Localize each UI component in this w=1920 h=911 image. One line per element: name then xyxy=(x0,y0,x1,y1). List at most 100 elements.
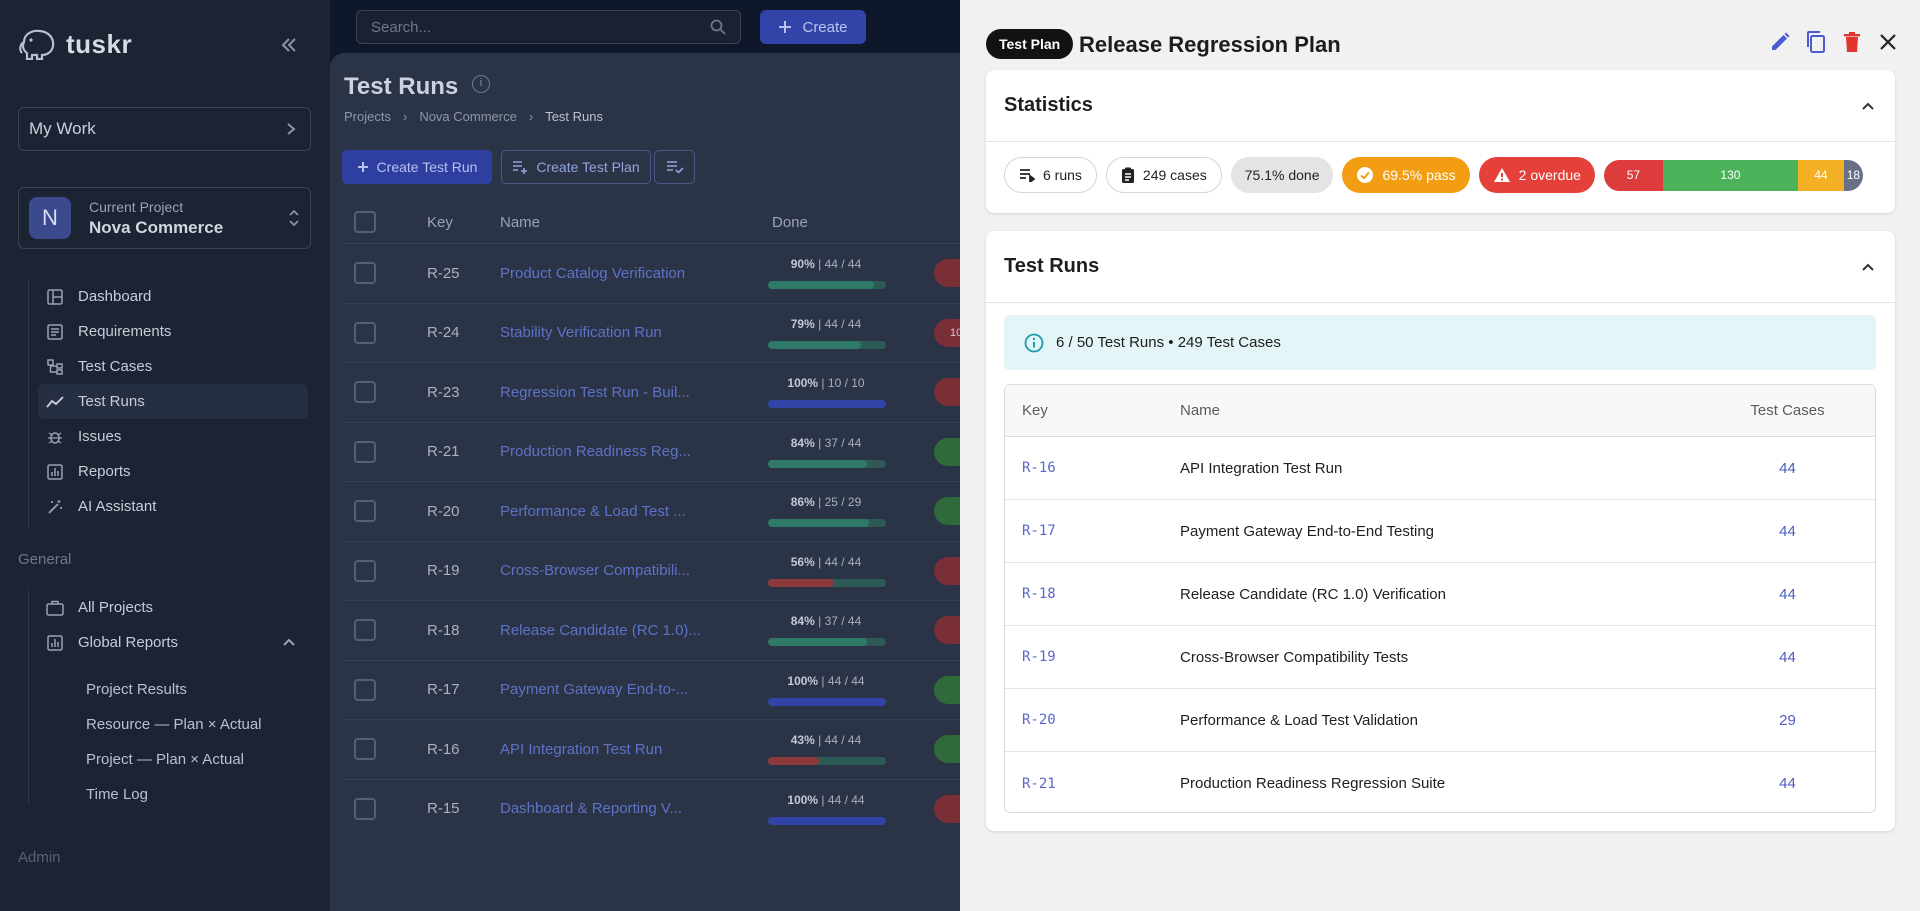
distribution-segment: 130 xyxy=(1662,159,1798,191)
collapse-sidebar-button[interactable] xyxy=(280,34,298,60)
breadcrumb-separator-icon: › xyxy=(528,109,534,124)
delete-button[interactable] xyxy=(1840,30,1864,54)
copy-icon xyxy=(1807,31,1825,53)
cases-chip: 249 cases xyxy=(1105,157,1222,193)
sidebar-item-reports[interactable]: Reports xyxy=(38,454,308,489)
project-nav: Dashboard Requirements Test Cases Test R… xyxy=(38,279,308,524)
table-row[interactable]: R-16 API Integration Test Run 44 xyxy=(1005,437,1875,500)
row-checkbox[interactable] xyxy=(354,678,376,701)
duplicate-button[interactable] xyxy=(1804,30,1828,54)
table-row[interactable]: R-19 Cross-Browser Compatibility Tests 44 xyxy=(1005,626,1875,689)
run-key-link[interactable]: R-21 xyxy=(1005,776,1180,792)
column-test-cases[interactable]: Test Cases xyxy=(1700,402,1875,419)
run-test-cases-count: 44 xyxy=(1779,648,1796,666)
run-name-link[interactable]: API Integration Test Run xyxy=(500,741,662,758)
test-runs-info-banner: 6 / 50 Test Runs • 249 Test Cases xyxy=(1004,315,1876,370)
run-key-link[interactable]: R-17 xyxy=(1005,523,1180,539)
select-all-checkbox[interactable] xyxy=(354,211,376,233)
sidebar-item-test-cases[interactable]: Test Cases xyxy=(38,349,308,384)
help-icon[interactable]: i xyxy=(472,75,490,93)
run-progress-text: 100% | 44 / 44 xyxy=(787,673,865,688)
row-checkbox[interactable] xyxy=(354,797,376,820)
create-button[interactable]: Create xyxy=(760,10,866,44)
sidebar-item-ai-assistant[interactable]: AI Assistant xyxy=(38,489,308,524)
sidebar-item-issues[interactable]: Issues xyxy=(38,419,308,454)
project-label: Current Project xyxy=(89,198,184,215)
status-distribution-bar: 57 130 44 18 xyxy=(1603,159,1863,191)
run-name-link[interactable]: Release Candidate (RC 1.0)... xyxy=(500,622,701,639)
run-name-link[interactable]: Performance & Load Test ... xyxy=(500,503,686,520)
row-checkbox[interactable] xyxy=(354,559,376,582)
row-checkbox[interactable] xyxy=(354,262,376,284)
info-icon xyxy=(1024,333,1044,352)
subnav-time-log[interactable]: Time Log xyxy=(86,777,262,812)
row-checkbox[interactable] xyxy=(354,381,376,403)
table-row[interactable]: R-17 Payment Gateway End-to-End Testing 44 xyxy=(1005,500,1875,563)
create-test-plan-button[interactable]: Create Test Plan xyxy=(501,150,651,184)
runs-chip-label: 6 runs xyxy=(1043,167,1082,183)
plan-runs-table: Key Name Test Cases R-16 API Integration … xyxy=(1004,384,1876,813)
close-button[interactable] xyxy=(1876,30,1900,54)
run-name-link[interactable]: Dashboard & Reporting V... xyxy=(500,800,682,817)
sidebar-item-all-projects[interactable]: All Projects xyxy=(38,590,308,625)
column-name[interactable]: Name xyxy=(1180,402,1700,419)
row-checkbox[interactable] xyxy=(354,440,376,463)
run-key-link[interactable]: R-16 xyxy=(1005,460,1180,476)
my-work-button[interactable]: My Work xyxy=(18,107,311,151)
run-test-cases-count: 44 xyxy=(1779,775,1796,792)
breadcrumb-current: Test Runs xyxy=(545,109,603,124)
column-key[interactable]: Key xyxy=(1005,402,1180,419)
plan-menu-button[interactable] xyxy=(654,150,695,184)
run-name-link[interactable]: Payment Gateway End-to-... xyxy=(500,681,688,698)
sidebar-item-global-reports[interactable]: Global Reports xyxy=(38,625,308,660)
chevron-up-icon[interactable] xyxy=(282,634,296,651)
table-row[interactable]: R-20 Performance & Load Test Validation 29 xyxy=(1005,689,1875,752)
run-name-link[interactable]: Production Readiness Reg... xyxy=(500,443,691,460)
run-progress-fill xyxy=(768,340,862,349)
magic-wand-icon xyxy=(46,498,64,516)
run-name-link[interactable]: Cross-Browser Compatibili... xyxy=(500,562,690,579)
edit-button[interactable] xyxy=(1768,30,1792,54)
table-row[interactable]: R-21 Production Readiness Regression Suit… xyxy=(1005,752,1875,812)
briefcase-icon xyxy=(46,599,64,617)
sidebar-item-test-runs[interactable]: Test Runs xyxy=(38,384,308,419)
logo[interactable]: tuskr xyxy=(18,28,132,60)
run-test-cases-count: 29 xyxy=(1779,711,1796,729)
trash-icon xyxy=(1844,32,1860,52)
run-key-link[interactable]: R-18 xyxy=(1005,586,1180,602)
row-checkbox[interactable] xyxy=(354,321,376,344)
run-progress-pct: 100% xyxy=(787,792,819,807)
reports-icon xyxy=(46,634,64,652)
close-icon xyxy=(1880,34,1896,50)
create-test-run-button[interactable]: Create Test Run xyxy=(342,150,492,184)
row-checkbox[interactable] xyxy=(354,738,376,760)
chevron-up-icon[interactable] xyxy=(1861,101,1875,111)
breadcrumb-project[interactable]: Nova Commerce xyxy=(419,109,517,124)
logo-text: tuskr xyxy=(66,28,133,59)
sidebar-item-requirements[interactable]: Requirements xyxy=(38,314,308,349)
run-test-cases-count: 44 xyxy=(1779,459,1796,477)
run-key-link[interactable]: R-20 xyxy=(1005,712,1180,728)
sidebar-item-dashboard[interactable]: Dashboard xyxy=(38,279,308,314)
subnav-project-plan-actual[interactable]: Project — Plan × Actual xyxy=(86,742,262,777)
chevron-up-icon[interactable] xyxy=(1861,262,1875,272)
run-key-link[interactable]: R-19 xyxy=(1005,649,1180,665)
table-row[interactable]: R-18 Release Candidate (RC 1.0) Verificat… xyxy=(1005,563,1875,626)
create-test-plan-label: Create Test Plan xyxy=(536,159,640,175)
search-input[interactable]: Search... xyxy=(356,10,741,44)
run-key: R-19 xyxy=(427,562,460,579)
row-checkbox[interactable] xyxy=(354,619,376,641)
run-progress-bar xyxy=(768,340,886,349)
run-name-link[interactable]: Product Catalog Verification xyxy=(500,265,685,282)
project-switcher[interactable]: N Current Project Nova Commerce xyxy=(18,187,311,249)
breadcrumb-projects[interactable]: Projects xyxy=(344,109,391,124)
column-key: Key xyxy=(427,213,453,231)
run-name-link[interactable]: Stability Verification Run xyxy=(500,324,662,341)
row-checkbox[interactable] xyxy=(354,500,376,522)
run-name-link[interactable]: Regression Test Run - Buil... xyxy=(500,384,690,401)
test-plan-badge: Test Plan xyxy=(986,29,1074,59)
test-runs-header[interactable]: Test Runs xyxy=(986,231,1895,303)
subnav-resource-plan-actual[interactable]: Resource — Plan × Actual xyxy=(86,707,262,742)
subnav-project-results[interactable]: Project Results xyxy=(86,672,262,707)
statistics-header[interactable]: Statistics xyxy=(986,70,1895,142)
